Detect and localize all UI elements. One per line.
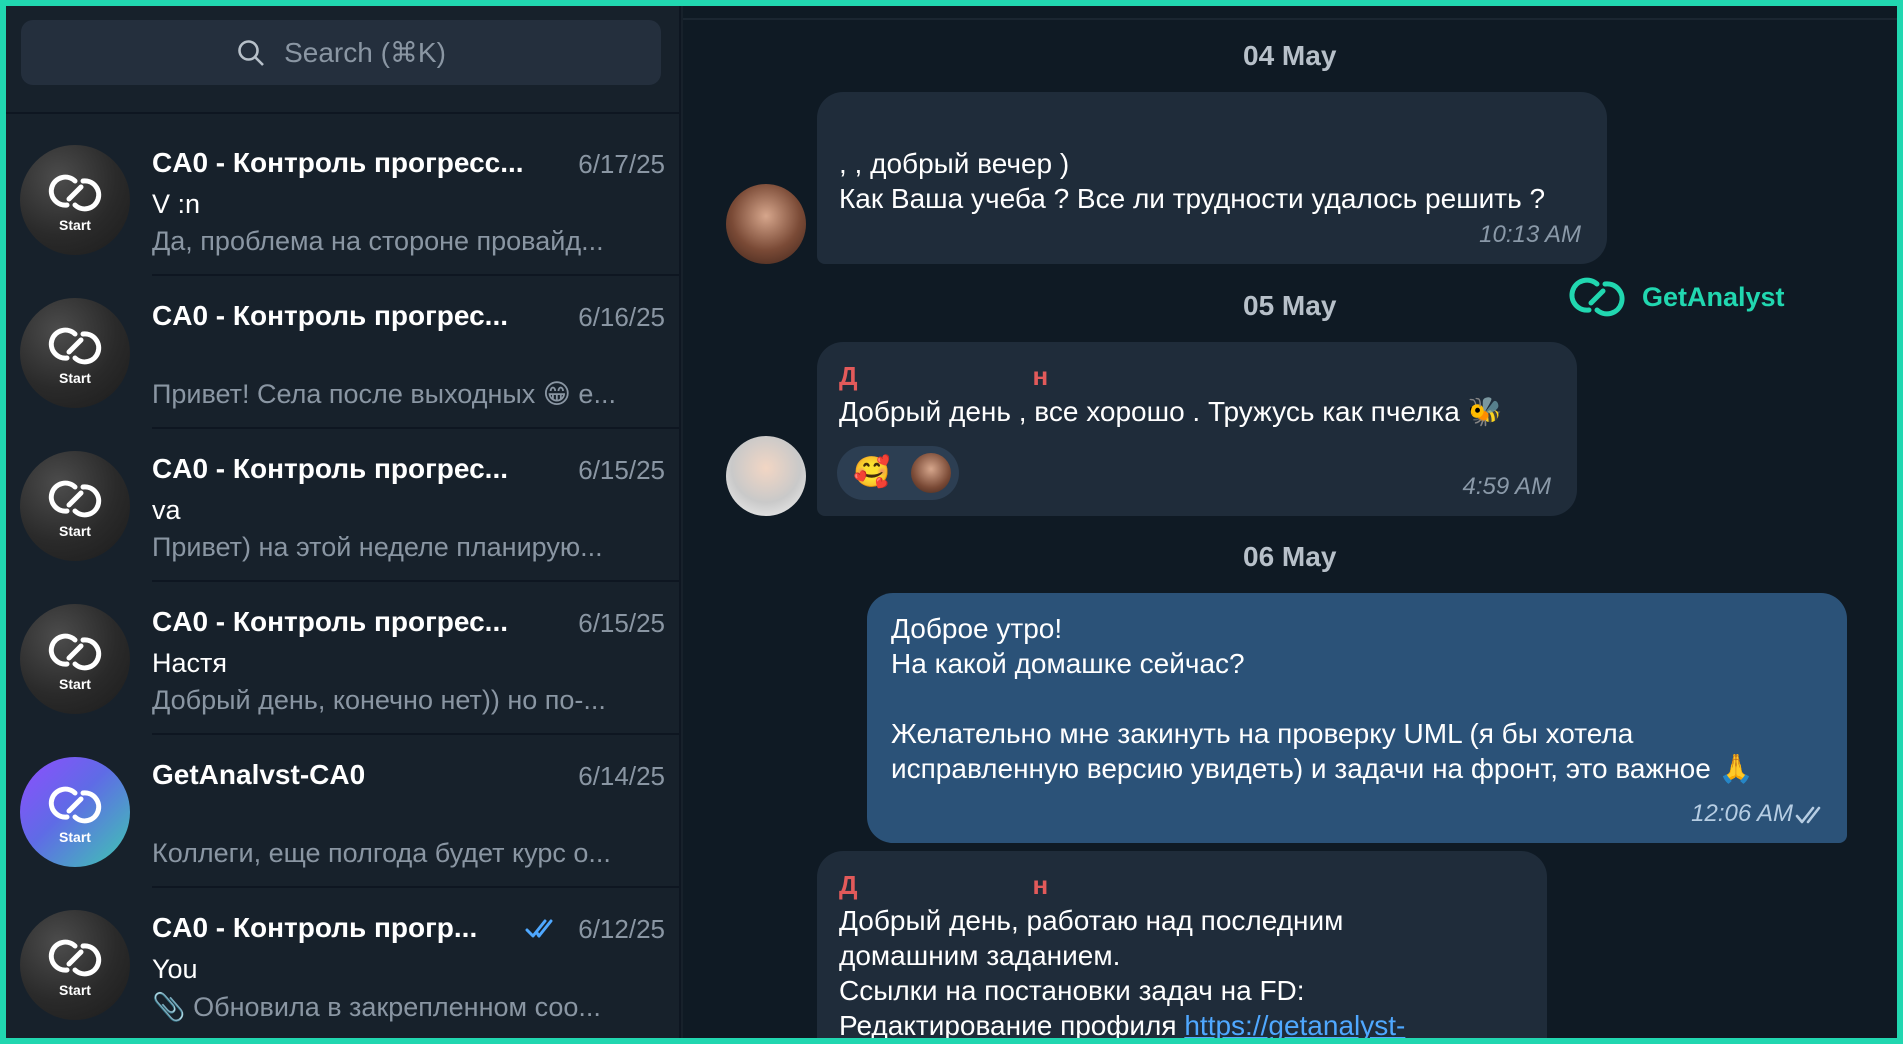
- message-text: Ссылки на постановки задач на FD:: [839, 975, 1305, 1006]
- message-link[interactable]: https://getanalyst-: [1184, 1010, 1405, 1038]
- chat-title: CA0 - Контроль прогр...: [152, 912, 478, 943]
- chat-title: CA0 - Контроль прогрес...: [152, 300, 509, 331]
- chat-title: CA0 - Контроль прогресс...: [152, 147, 524, 178]
- message-text: домашним заданием.: [839, 940, 1121, 971]
- chat-list-sidebar: Search (⌘K) Start CA0 - Контроль прогрес…: [6, 6, 681, 1038]
- avatar-label: Start: [59, 982, 91, 998]
- chat-preview: Коллеги, еще полгода будет курс о...: [152, 838, 611, 868]
- chat-preview: Да, проблема на стороне провайд...: [152, 226, 604, 256]
- avatar: Start: [20, 145, 130, 255]
- message-bubble[interactable]: Дн Добрый день , все хорошо . Тружусь ка…: [817, 342, 1577, 516]
- avatar-label: Start: [59, 829, 91, 845]
- message-text: Как Ваша учеба ? Все ли трудности удалос…: [839, 183, 1546, 214]
- date-separator: 04 May: [1243, 40, 1337, 71]
- avatar[interactable]: [726, 436, 806, 516]
- message-text: исправленную версию увидеть) и задачи на…: [891, 753, 1754, 784]
- logo-icon: [48, 327, 102, 365]
- search-input[interactable]: Search (⌘K): [21, 20, 661, 85]
- message-time: 4:59 AM: [1462, 473, 1552, 500]
- sender-name-first: Д: [839, 361, 858, 391]
- chat-title: CA0 - Контроль прогрес...: [152, 453, 509, 484]
- chat-title: CA0 - Контроль прогрес...: [152, 606, 509, 637]
- avatar: Start: [20, 604, 130, 714]
- sender-name: Дн: [839, 358, 1048, 394]
- avatar-label: Start: [59, 370, 91, 386]
- double-check-icon: [525, 919, 553, 938]
- sender-name-last: н: [1032, 870, 1049, 900]
- chat-date: 6/12/25: [578, 914, 665, 944]
- chat-preview: Привет! Села после выходных 😁 е...: [152, 379, 616, 409]
- chat-sender: V :n: [152, 189, 201, 219]
- chat-date: 6/15/25: [578, 455, 665, 485]
- chat-list-item[interactable]: Start CA0 - Контроль прогрес... 6/15/25 …: [6, 582, 679, 735]
- avatar-label: Start: [59, 523, 91, 539]
- logo-icon: [48, 633, 102, 671]
- chat-list-item[interactable]: Start CA0 - Контроль прогрес... 6/16/25 …: [6, 276, 679, 429]
- sender-name-last: н: [1032, 361, 1049, 391]
- chat-date: 6/17/25: [578, 149, 665, 179]
- avatar: Start: [20, 910, 130, 1020]
- chat-list-item[interactable]: Start CA0 - Контроль прогресс... 6/17/25…: [6, 123, 679, 276]
- divider: [6, 112, 681, 114]
- search-placeholder: Search (⌘K): [284, 37, 446, 68]
- date-separator: 06 May: [1243, 541, 1337, 572]
- message-time: 10:13 AM: [1479, 221, 1581, 248]
- date-separator: 05 May: [1243, 290, 1337, 321]
- message-bubble[interactable]: , , добрый вечер ) Как Ваша учеба ? Все …: [817, 92, 1607, 264]
- double-check-icon: [1795, 806, 1821, 824]
- avatar: Start: [20, 451, 130, 561]
- chat-title: GetAnalvst-CA0: [152, 759, 366, 790]
- avatar: Start: [20, 298, 130, 408]
- chat-date: 6/14/25: [578, 761, 665, 791]
- search-icon: [238, 39, 264, 66]
- logo-icon: [48, 480, 102, 518]
- chat-sender: You: [152, 954, 198, 984]
- message-bubble[interactable]: Дн Добрый день, работаю над последним до…: [817, 851, 1547, 1038]
- logo-icon: [48, 939, 102, 977]
- chat-date: 6/16/25: [578, 302, 665, 332]
- chat-sender: va: [152, 495, 181, 525]
- sender-name: Дн: [839, 867, 1048, 903]
- chat-preview: Привет) на этой неделе планирую...: [152, 532, 603, 562]
- message-bubble-outgoing[interactable]: Доброе утро! На какой домашке сейчас? Же…: [867, 593, 1847, 843]
- chat-header-edge: [683, 6, 1897, 20]
- chat-sender: Настя: [152, 648, 228, 678]
- chat-list-item[interactable]: Start GetAnalvst-CA0 6/14/25 Коллеги, ещ…: [6, 735, 679, 888]
- logo-icon: [48, 174, 102, 212]
- avatar[interactable]: [726, 184, 806, 264]
- message-area[interactable]: 04 May , , добрый вечер ) Как Ваша учеба…: [683, 6, 1897, 1038]
- chat-preview: 📎 Обновила в закрепленном соо...: [152, 992, 601, 1022]
- reaction-emoji: 🥰: [853, 456, 891, 489]
- message-text: Добрый день , все хорошо . Тружусь как п…: [839, 396, 1503, 427]
- telegram-window: Search (⌘K) Start CA0 - Контроль прогрес…: [6, 6, 1897, 1038]
- chat-list-item[interactable]: Start CA0 - Контроль прогр... 6/12/25 Yo…: [6, 888, 679, 1038]
- chat-date: 6/15/25: [578, 608, 665, 638]
- message-time: 12:06 AM: [1691, 800, 1793, 827]
- avatar-label: Start: [59, 217, 91, 233]
- reactor-avatar: [911, 453, 951, 493]
- avatar: Start: [20, 757, 130, 867]
- message-text: На какой домашке сейчас?: [891, 648, 1245, 679]
- getanalyst-logo-icon: [1569, 277, 1625, 317]
- chat-preview: Добрый день, конечно нет)) но по-...: [152, 685, 606, 715]
- message-text: Добрый день, работаю над последним: [839, 905, 1344, 936]
- logo-icon: [48, 786, 102, 824]
- message-text-prefix: Редактирование профиля: [839, 1010, 1185, 1038]
- chat-list-item[interactable]: Start CA0 - Контроль прогрес... 6/15/25 …: [6, 429, 679, 582]
- avatar-label: Start: [59, 676, 91, 692]
- message-text: Редактирование профиля https://getanalys…: [839, 1008, 1405, 1038]
- sender-name-first: Д: [839, 870, 858, 900]
- reaction-badge[interactable]: 🥰: [837, 446, 959, 500]
- message-text: Желательно мне закинуть на проверку UML …: [891, 718, 1634, 749]
- message-text: Доброе утро!: [891, 613, 1063, 644]
- watermark-text: GetAnalyst: [1642, 281, 1785, 312]
- message-text: , , добрый вечер ): [839, 148, 1070, 179]
- getanalyst-watermark: GetAnalyst: [1566, 274, 1785, 320]
